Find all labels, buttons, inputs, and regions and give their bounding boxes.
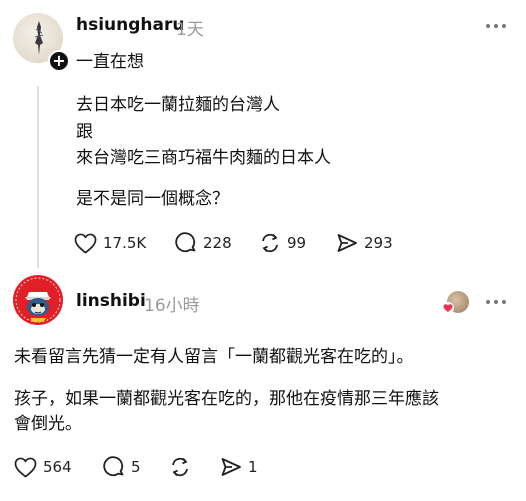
share-icon [337,234,357,252]
post2-username[interactable]: linshibi [76,291,146,311]
repost-icon [262,233,278,253]
comment-icon [175,232,196,253]
share-count: 1 [248,458,258,476]
comment-count: 228 [203,234,232,252]
avatar[interactable] [13,275,63,325]
post2-time: 16小時 [144,296,200,316]
repost-icon [172,457,188,477]
repost-button[interactable]: 99 [259,231,306,255]
post1-line: 跟 [76,122,93,142]
post1-time: 1天 [176,20,204,40]
post2-paragraph: 會倒光。 [14,414,82,434]
thread-line [37,86,39,268]
heart-icon [14,457,37,477]
post1-line: 去日本吃一蘭拉麵的台灣人 [76,95,280,115]
follow-plus-icon[interactable]: + [48,50,70,72]
mascot-avatar-icon [15,277,61,323]
post1-intro: 一直在想 [76,52,144,72]
post1-question: 是不是同一個概念？ [76,189,229,209]
post2-paragraph: 孩子，如果一蘭都觀光客在吃的，那他在疫情那三年應該 [14,389,439,409]
comment-count: 5 [131,458,141,476]
like-button[interactable]: 564 [14,455,72,479]
heart-icon [74,233,97,253]
comment-button[interactable]: 5 [103,455,141,479]
more-icon[interactable] [486,24,508,30]
share-count: 293 [364,234,393,252]
like-count: 564 [43,458,72,476]
post2-paragraph: 未看留言先猜一定有人留言「一蘭都觀光客在吃的」。 [14,347,414,367]
share-button[interactable]: 293 [336,231,393,255]
repost-count: 99 [287,234,307,252]
comment-icon [103,456,124,477]
like-button[interactable]: 17.5K [74,231,146,255]
post1-username[interactable]: hsiungharu [76,15,184,35]
repost-button[interactable] [169,455,191,479]
share-button[interactable]: 1 [220,455,258,479]
share-icon [221,458,241,476]
post1-line: 來台灣吃三商巧福牛肉麵的日本人 [76,148,331,168]
avatar-figure-icon [34,21,44,55]
comment-button[interactable]: 228 [175,231,232,255]
more-icon[interactable] [486,300,508,306]
like-count: 17.5K [103,234,147,252]
liked-heart-icon [442,302,454,314]
